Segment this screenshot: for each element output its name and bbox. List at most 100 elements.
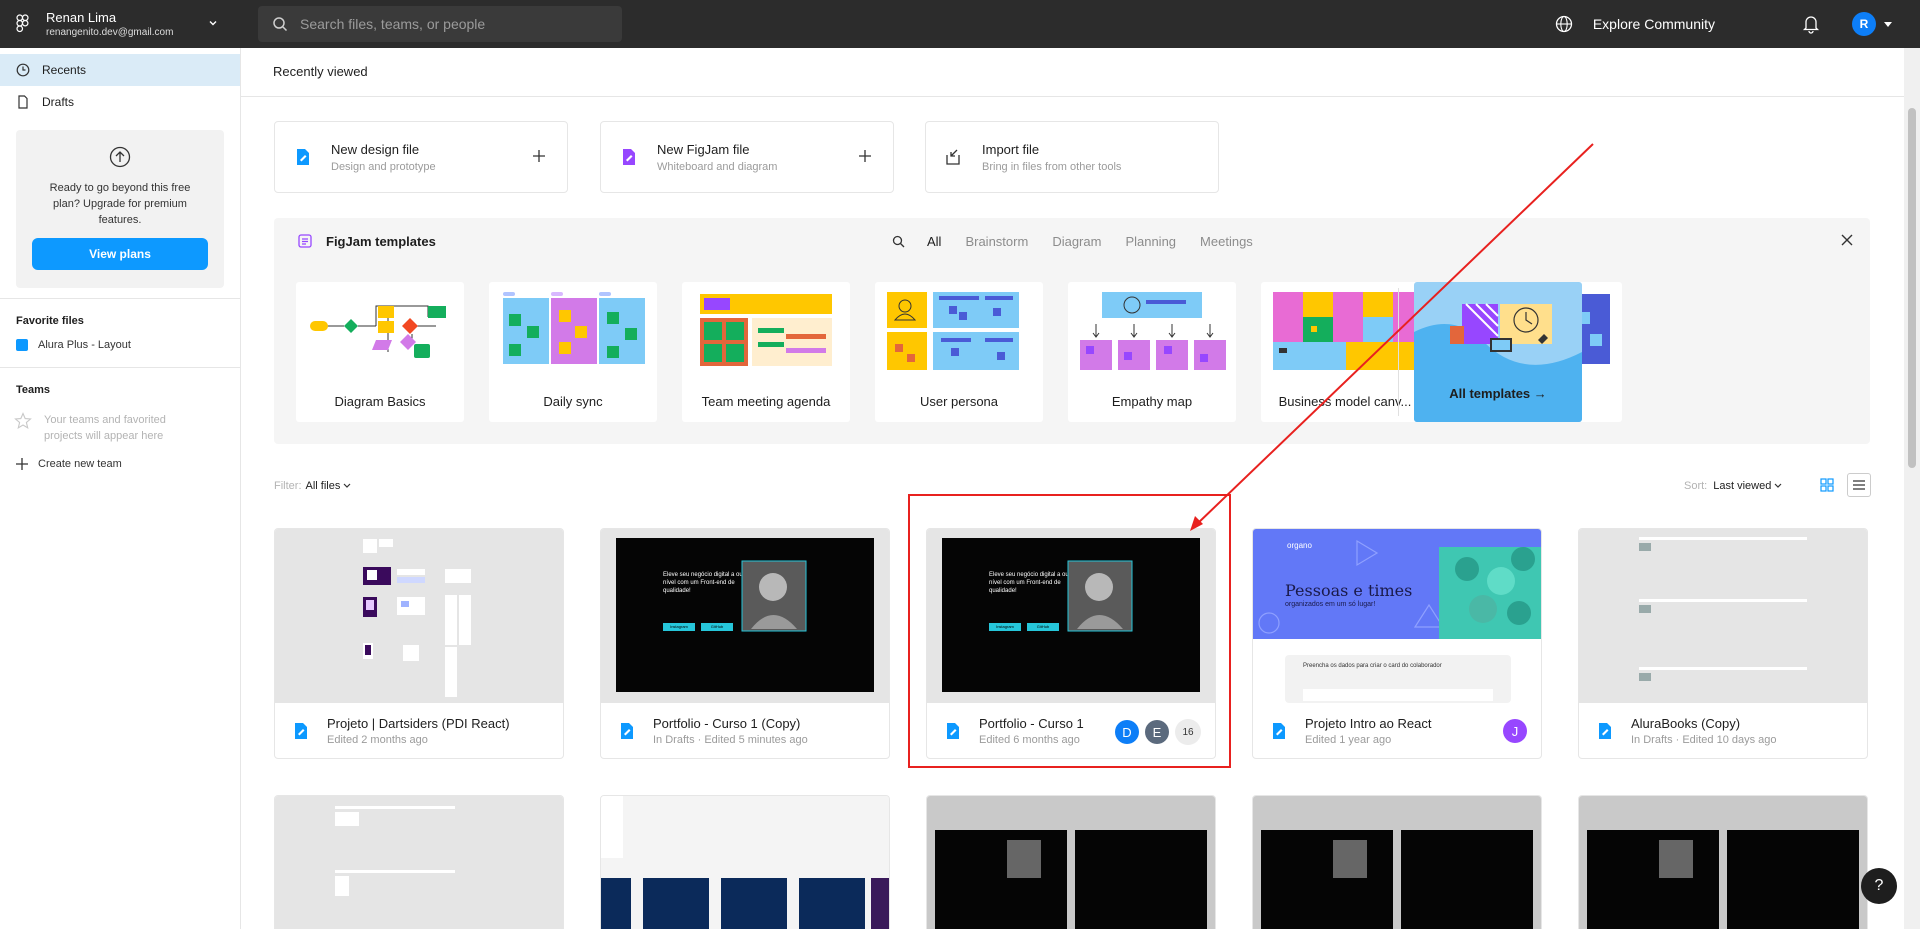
help-button[interactable]: ? xyxy=(1861,868,1897,904)
organo-form: Preencha os dados para criar o card do c… xyxy=(1303,663,1442,669)
all-templates-illustration xyxy=(1414,303,1582,422)
clock-icon xyxy=(16,63,30,77)
sidebar-item-drafts[interactable]: Drafts xyxy=(0,86,240,118)
tab-brainstorm[interactable]: Brainstorm xyxy=(965,234,1028,249)
file-card[interactable] xyxy=(600,795,890,929)
template-card-team-meeting-agenda[interactable]: Team meeting agenda xyxy=(682,282,850,422)
page-title: Recently viewed xyxy=(273,64,368,79)
file-preview xyxy=(1587,830,1859,929)
card-subtitle: Design and prototype xyxy=(331,160,436,173)
template-thumbnail xyxy=(700,294,832,366)
file-thumbnail xyxy=(927,796,1215,929)
upgrade-text: Ready to go beyond this free plan? Upgra… xyxy=(49,182,191,226)
file-card[interactable] xyxy=(926,795,1216,929)
file-card[interactable] xyxy=(1578,795,1868,929)
all-templates-card[interactable]: All templates → xyxy=(1414,282,1582,422)
search-placeholder: Search files, teams, or people xyxy=(300,16,486,32)
file-name: Projeto Intro ao React xyxy=(1305,716,1432,731)
templates-title: FigJam templates xyxy=(326,233,436,249)
sort-dropdown[interactable]: Sort: Last viewed xyxy=(1684,480,1782,492)
new-figjam-file-card[interactable]: New FigJam file Whiteboard and diagram xyxy=(600,121,894,193)
file-card-dartsiders[interactable]: Projeto | Dartsiders (PDI React) Edited 2… xyxy=(274,528,564,759)
tab-planning[interactable]: Planning xyxy=(1125,234,1176,249)
search-input[interactable]: Search files, teams, or people xyxy=(258,6,622,42)
file-preview xyxy=(601,796,889,929)
filter-label: Filter: xyxy=(274,480,302,492)
new-design-file-card[interactable]: New design file Design and prototype xyxy=(274,121,568,193)
vertical-scrollbar[interactable] xyxy=(1904,48,1920,929)
user-avatar[interactable]: R xyxy=(1852,12,1876,36)
file-thumbnail xyxy=(1579,529,1867,703)
file-edited: Edited 1 year ago xyxy=(1305,734,1392,746)
import-icon xyxy=(946,149,960,165)
file-preview xyxy=(1639,537,1807,681)
account-switcher[interactable]: Renan Lima renangenito.dev@gmail.com xyxy=(0,0,240,48)
template-card-business-model-canvas[interactable]: Business model canv... xyxy=(1261,282,1429,422)
file-preview xyxy=(935,830,1207,929)
import-file-card[interactable]: Import file Bring in files from other too… xyxy=(925,121,1219,193)
main-content: Recently viewed New design file Design an… xyxy=(241,48,1904,929)
teams-heading: Teams xyxy=(16,384,51,396)
template-card-daily-sync[interactable]: Daily sync xyxy=(489,282,657,422)
organo-banner xyxy=(1253,529,1541,703)
file-thumbnail xyxy=(601,796,889,929)
organo-sub: organizados em um só lugar! xyxy=(1285,601,1376,608)
divider xyxy=(1398,288,1399,416)
view-plans-button[interactable]: View plans xyxy=(32,238,208,270)
design-file-icon xyxy=(297,149,309,165)
card-title: New FigJam file xyxy=(657,141,750,157)
annotation-highlight-box xyxy=(908,494,1231,768)
sidebar-item-label: Drafts xyxy=(42,95,75,109)
template-card-diagram-basics[interactable]: Diagram Basics xyxy=(296,282,464,422)
file-thumbnail xyxy=(1579,796,1867,929)
template-label: Business model canv... xyxy=(1278,394,1412,409)
favorite-file-item[interactable]: Alura Plus - Layout xyxy=(0,327,240,351)
search-icon[interactable] xyxy=(892,235,905,248)
file-card-intro-react[interactable]: organo Pessoas e times organizados em um… xyxy=(1252,528,1542,759)
tab-meetings[interactable]: Meetings xyxy=(1200,234,1253,249)
account-name: Renan Lima xyxy=(46,10,117,25)
template-label: Empathy map xyxy=(1111,394,1193,409)
file-card[interactable] xyxy=(274,795,564,929)
sidebar-item-recents[interactable]: Recents xyxy=(0,54,240,86)
file-name: Projeto | Dartsiders (PDI React) xyxy=(327,716,510,731)
globe-icon xyxy=(1555,15,1572,33)
template-icon xyxy=(298,234,312,248)
tab-diagram[interactable]: Diagram xyxy=(1052,234,1101,249)
create-team-button[interactable]: Create new team xyxy=(0,444,240,470)
file-thumbnail: Eleve seu negócio digital a outro nível … xyxy=(601,529,889,703)
chevron-down-icon xyxy=(209,21,217,26)
file-preview xyxy=(1261,830,1533,929)
caret-down-icon xyxy=(1884,22,1892,27)
plus-icon xyxy=(533,150,545,162)
file-name: Portfolio - Curso 1 (Copy) xyxy=(653,716,801,731)
template-card-user-persona[interactable]: User persona xyxy=(875,282,1043,422)
template-card-empathy-map[interactable]: Empathy map xyxy=(1068,282,1236,422)
favorite-file-label: Alura Plus - Layout xyxy=(38,339,131,351)
scrollbar-thumb[interactable] xyxy=(1908,108,1916,468)
collaborator-avatar: J xyxy=(1503,719,1527,743)
file-card-portfolio-copy[interactable]: Eleve seu negócio digital a outro nível … xyxy=(600,528,890,759)
template-label: Diagram Basics xyxy=(334,394,426,409)
file-thumbnail: organo Pessoas e times organizados em um… xyxy=(1253,529,1541,703)
explore-community-button[interactable]: Explore Community xyxy=(1555,0,1715,48)
file-name: AluraBooks (Copy) xyxy=(1631,716,1741,731)
chevron-down-icon xyxy=(1774,483,1782,488)
tab-all[interactable]: All xyxy=(927,234,941,249)
search-icon xyxy=(273,17,288,32)
file-edited: Edited 2 months ago xyxy=(327,734,428,746)
file-preview xyxy=(335,806,455,896)
star-icon xyxy=(14,412,32,429)
file-card[interactable] xyxy=(1252,795,1542,929)
filter-dropdown[interactable]: Filter: All files xyxy=(274,480,351,492)
list-view-toggle[interactable] xyxy=(1847,473,1871,497)
document-icon xyxy=(18,95,28,109)
close-icon[interactable] xyxy=(1840,233,1854,247)
bell-icon[interactable] xyxy=(1802,14,1820,34)
grid-view-toggle[interactable] xyxy=(1815,473,1839,497)
file-card-alurabooks[interactable]: AluraBooks (Copy) In Drafts · Edited 10 d… xyxy=(1578,528,1868,759)
figjam-templates-panel: FigJam templates All Brainstorm Diagram … xyxy=(274,218,1870,444)
teams-empty-state: Your teams and favorited projects will a… xyxy=(0,396,240,444)
file-thumbnail xyxy=(275,529,563,703)
chevron-down-icon xyxy=(343,483,351,488)
